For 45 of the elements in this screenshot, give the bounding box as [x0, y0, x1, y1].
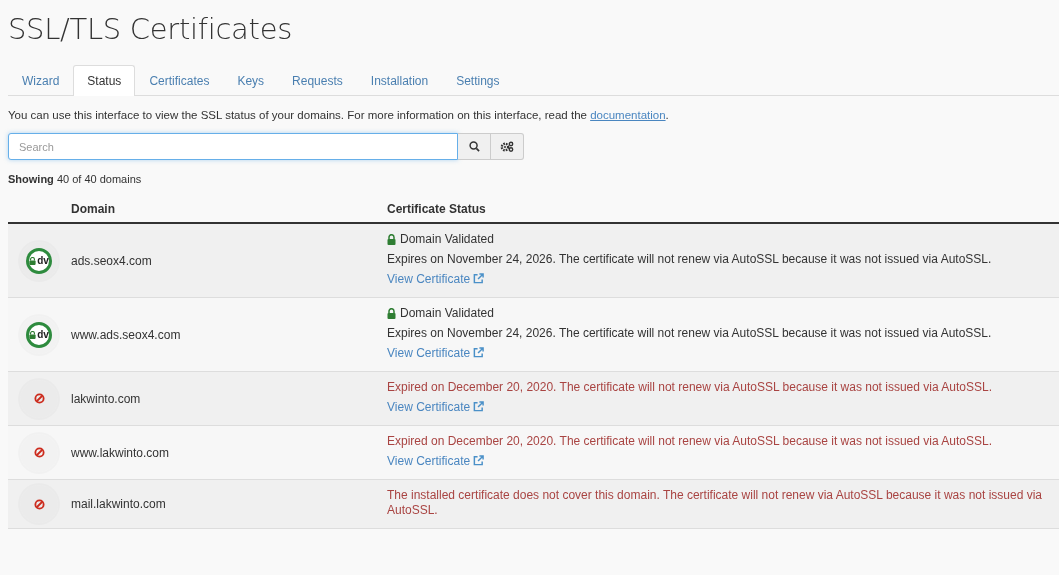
- tab[interactable]: Settings: [442, 65, 514, 95]
- tab[interactable]: Requests: [278, 65, 357, 95]
- tab[interactable]: Status: [73, 65, 136, 96]
- intro-text: You can use this interface to view the SSL status of your domains. For more information on this interface, read the documentation.: [8, 109, 670, 121]
- tab[interactable]: Certificates: [135, 65, 224, 95]
- external-link-icon: [473, 455, 485, 466]
- padlock-icon: [387, 234, 396, 245]
- column-header: Certificate Status: [387, 202, 487, 216]
- results-count: Showing 40 of 40 domains: [8, 173, 143, 185]
- page-title: SSL/TLS Certificates: [8, 12, 293, 46]
- gears-icon: [500, 141, 514, 152]
- blocked-icon: [33, 498, 45, 510]
- tab[interactable]: Wizard: [8, 65, 74, 95]
- status-message: The installed certificate does not cover this domain. The certificate will not renew via AutoSSL because it was not issued via AutoSSL.: [387, 488, 1043, 518]
- external-link-icon: [473, 347, 485, 358]
- column-header: Domain: [70, 202, 116, 216]
- search-field[interactable]: Search: [8, 133, 458, 160]
- view-certificate-link[interactable]: View Certificate: [387, 272, 485, 287]
- view-certificate-link[interactable]: View Certificate: [387, 454, 485, 469]
- blocked-icon: [33, 393, 45, 404]
- domain-name: www.lakwinto.com: [71, 445, 170, 460]
- status-message: Expires on November 24, 2026. The certificate will not renew via AutoSSL because it was not issued via AutoSSL.: [387, 252, 993, 267]
- view-certificate-link[interactable]: View Certificate: [387, 400, 485, 415]
- domain-name: lakwinto.com: [71, 391, 141, 406]
- dv-badge-icon: dv: [26, 247, 52, 274]
- domain-name: ads.seox4.com: [71, 253, 152, 268]
- blocked-icon: [33, 447, 45, 458]
- settings-button[interactable]: [491, 133, 524, 160]
- status-label: Domain Validated: [400, 306, 494, 321]
- dv-badge-icon: dv: [26, 321, 52, 348]
- search-icon: [468, 141, 480, 152]
- view-certificate-link[interactable]: View Certificate: [387, 346, 485, 361]
- external-link-icon: [473, 273, 485, 284]
- domain-name: www.ads.seox4.com: [71, 327, 181, 342]
- documentation-link[interactable]: documentation: [590, 109, 666, 121]
- padlock-icon: [387, 308, 396, 319]
- status-message: Expires on November 24, 2026. The certificate will not renew via AutoSSL because it was not issued via AutoSSL.: [387, 326, 993, 341]
- status-message: Expired on December 20, 2020. The certificate will not renew via AutoSSL because it was not issued via AutoSSL.: [387, 434, 993, 449]
- search-button[interactable]: [458, 133, 491, 160]
- domain-name: mail.lakwinto.com: [71, 497, 166, 511]
- status-label: Domain Validated: [400, 232, 494, 247]
- external-link-icon: [473, 401, 485, 412]
- tab[interactable]: Keys: [223, 65, 279, 95]
- status-message: Expired on December 20, 2020. The certificate will not renew via AutoSSL because it was not issued via AutoSSL.: [387, 380, 993, 395]
- tab[interactable]: Installation: [356, 65, 443, 95]
